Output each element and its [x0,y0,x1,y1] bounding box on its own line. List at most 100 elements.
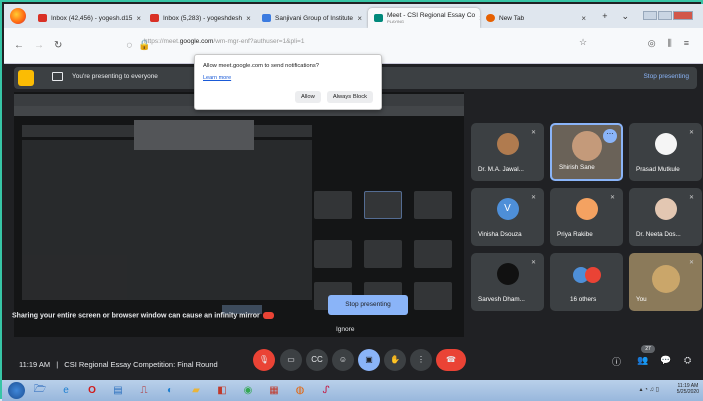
others-tile[interactable]: 16 others [550,253,623,311]
always-block-button[interactable]: Always Block [326,91,373,103]
allow-button[interactable]: Allow [294,91,321,103]
participant-name: Dr. Neeta Dos... [636,231,681,238]
app-s-icon[interactable]: ᔑ [315,382,337,399]
meeting-info-icon[interactable]: ⓘ [612,355,621,368]
ignore-button[interactable]: Ignore [336,326,354,333]
participant-tile[interactable]: ✕ Sarvesh Dham... [471,253,544,311]
learn-more-link[interactable]: Learn more [203,75,373,81]
mirror-tile [314,191,352,219]
stop-presenting-link[interactable]: Stop presenting [643,73,689,80]
tab-gmail-1[interactable]: Inbox (42,456) - yogesh.d15 × [32,8,144,28]
explorer-icon[interactable]: 🗁 [29,382,51,399]
chrome-icon[interactable]: ◉ [237,382,259,399]
url-prefix: https://meet. [144,38,180,45]
tab-meet[interactable]: Meet - CSI Regional Essay Co PLAYING × [368,8,480,28]
participant-tile[interactable]: ⋯ Shirish Sane [550,123,623,181]
url-field[interactable]: https://meet.google.com/wm-mgr-enf?authu… [144,38,304,45]
slides-icon[interactable]: ▦ [263,382,285,399]
participant-name: Dr. M.A. Jawal... [478,166,524,173]
start-button-icon[interactable] [8,382,25,399]
end-call-icon[interactable]: ☎ [436,349,466,371]
self-tile[interactable]: ✕ You [629,253,702,311]
opera-icon[interactable]: O [81,382,103,399]
present-screen-icon[interactable]: ▣ [358,349,380,371]
gmail-icon [150,14,159,22]
maximize-icon[interactable] [658,11,672,20]
more-options-icon[interactable]: ⋮ [410,349,432,371]
mic-off-icon: ✕ [530,195,537,201]
participant-avatar [654,133,677,155]
tab-close-icon[interactable]: × [246,14,251,23]
list-tabs-chevron-icon[interactable]: ⌄ [621,11,629,22]
gmail-icon [38,14,47,22]
raise-hand-icon[interactable]: ✋ [384,349,406,371]
participant-count-badge: 27 [641,345,655,353]
chat-icon[interactable]: 💬 [660,355,671,366]
mic-off-icon: ✕ [688,195,695,201]
participant-name: Shirish Sane [559,164,595,171]
forward-arrow-icon[interactable]: → [34,40,44,51]
participant-tile[interactable]: ✕ Prasad Mutkule [629,123,702,181]
new-tab-plus-icon[interactable]: + [602,11,607,22]
browser-icon[interactable]: ◐ [159,382,181,399]
participant-tile[interactable]: ✕ Dr. Neeta Dos... [629,188,702,246]
mic-off-icon: ✕ [609,195,616,201]
participant-avatar [571,131,602,161]
back-arrow-icon[interactable]: ← [14,40,24,51]
tab-label: Inbox (5,283) - yogeshdesh [163,14,243,22]
app-icon[interactable]: ▤ [107,382,129,399]
folder-icon[interactable]: ▰ [185,382,207,399]
shield-icon[interactable]: ◌ [126,40,132,51]
reload-icon[interactable]: ↻ [54,40,62,51]
meeting-details: 11:19 AM | CSI Regional Essay Competitio… [19,360,218,369]
stop-presenting-button[interactable]: Stop presenting [328,295,408,315]
notification-buttons: Allow Always Block [294,91,373,103]
activities-icon[interactable]: ⛭ [684,355,691,366]
url-suffix: /wm-mgr-enf?authuser=1&pli=1 [213,38,305,45]
taskbar-date: 5/25/2020 [676,389,699,395]
bookmark-star-icon[interactable]: ☆ [579,37,587,48]
warning-dot-icon [262,312,274,319]
participant-name: Priya Rakibe [557,231,593,238]
people-icon[interactable]: 👥 [637,355,648,366]
tab-new-tab[interactable]: New Tab × [480,8,592,28]
tab-close-icon[interactable]: × [136,14,141,23]
participant-tile[interactable]: ✕ Dr. M.A. Jawal... [471,123,544,181]
tab-label: Sanjivani Group of Institute [275,14,354,22]
meeting-control-bar: 11:19 AM | CSI Regional Essay Competitio… [4,345,703,380]
tab-sanjivani[interactable]: Sanjivani Group of Institute × [256,8,368,28]
internet-explorer-icon[interactable]: e [55,382,77,399]
participant-avatar [654,198,677,220]
tab-close-icon[interactable]: × [581,14,586,23]
presenting-text: You're presenting to everyone [72,73,158,80]
pocket-icon[interactable]: ◎ [648,38,656,49]
mirror-tile [414,191,452,219]
captions-icon[interactable]: CC [306,349,328,371]
camera-icon[interactable]: ▭ [280,349,302,371]
toolbar-icons: ◎ ⫼ ≡ [648,38,689,49]
taskbar-clock[interactable]: 11:19 AM 5/25/2020 [677,383,699,395]
tab-close-icon[interactable]: × [357,14,362,23]
media-icon[interactable]: ◧ [211,382,233,399]
menu-icon[interactable]: ≡ [684,38,689,49]
tab-playing-label: PLAYING [387,19,405,24]
participant-avatar [496,133,519,155]
library-icon[interactable]: ⫼ [668,38,672,49]
tab-gmail-2[interactable]: Inbox (5,283) - yogeshdesh × [144,8,256,28]
participant-name: You [636,296,647,303]
participant-avatar [584,267,601,283]
emoji-icon[interactable]: ☺ [332,349,354,371]
firefox-taskbar-icon[interactable]: ◍ [289,382,311,399]
meeting-title: CSI Regional Essay Competition: Final Ro… [64,360,218,369]
url-domain: google.com [179,38,214,45]
infinity-mirror-warning: Sharing your entire screen or browser wi… [12,312,274,319]
firefox-logo-icon[interactable] [10,8,26,24]
system-tray-icons[interactable]: ▴ ◔ ♫ ▯ [640,386,659,393]
participant-tile[interactable]: ✕ Priya Rakibe [550,188,623,246]
participant-tile[interactable]: ✕ V Vinisha Dsouza [471,188,544,246]
close-window-icon[interactable] [673,11,693,20]
minimize-icon[interactable] [643,11,657,20]
more-options-icon[interactable]: ⋯ [603,129,617,143]
pdf-icon[interactable]: ⎍ [133,382,155,399]
mic-off-icon[interactable]: 🎙 [253,349,275,371]
